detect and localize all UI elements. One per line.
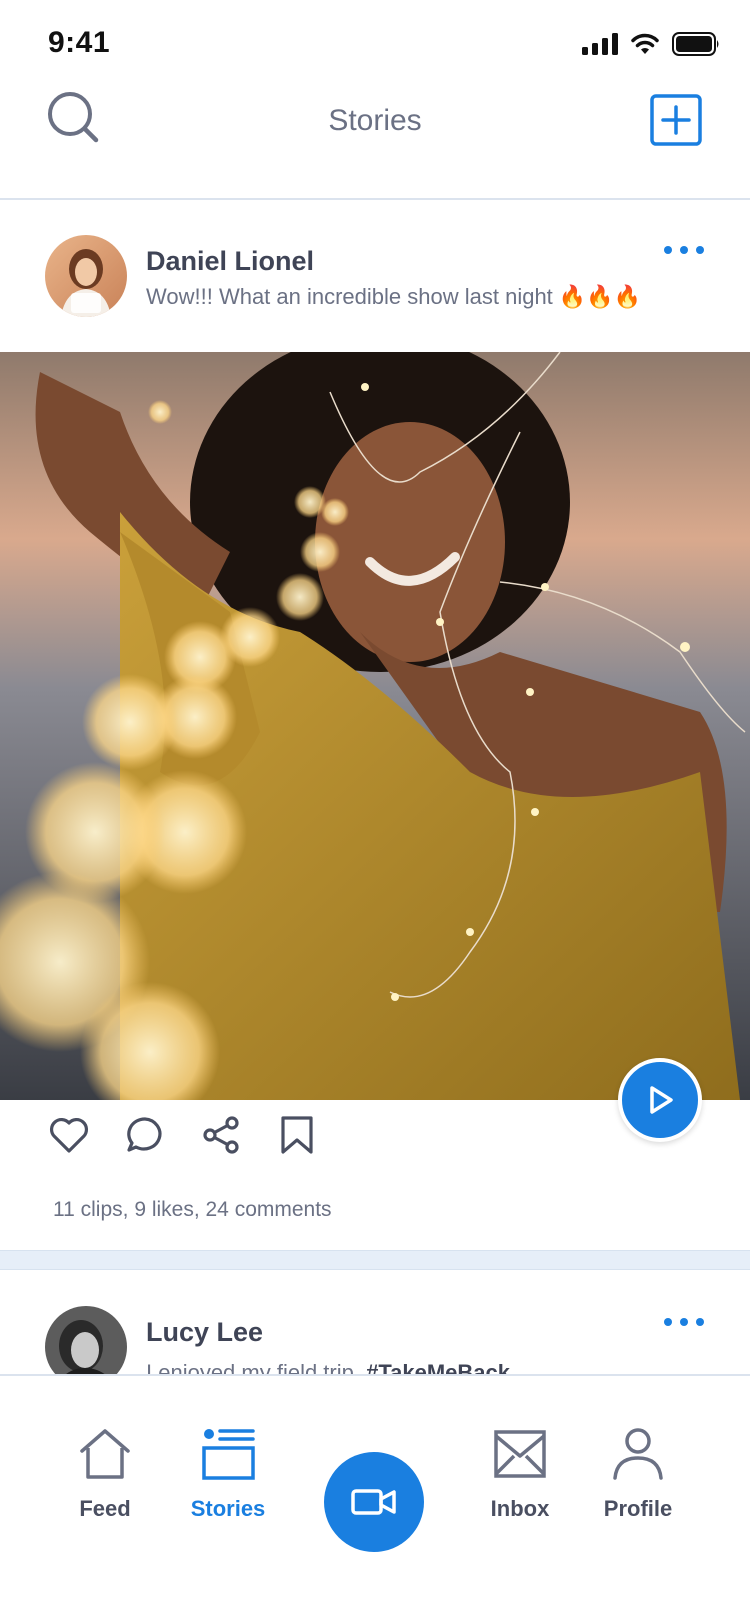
post-header: Lucy Lee I enjoyed my field trip. #TakeM… <box>0 1272 750 1376</box>
like-heart-icon[interactable] <box>48 1114 90 1156</box>
post-header: Daniel Lionel Wow!!! What an incredible … <box>0 200 750 350</box>
record-video-button[interactable] <box>324 1452 424 1552</box>
avatar[interactable] <box>45 235 127 317</box>
signal-icon <box>582 33 618 55</box>
video-camera-icon <box>351 1489 396 1515</box>
story-post: Lucy Lee I enjoyed my field trip. #TakeM… <box>0 1272 750 1376</box>
user-icon <box>613 1428 663 1480</box>
tab-label: Feed <box>79 1496 131 1521</box>
mail-icon <box>494 1430 546 1478</box>
tab-stories[interactable]: Stories <box>168 1376 288 1526</box>
play-button[interactable] <box>618 1058 702 1142</box>
bottom-tab-bar: Feed Stories Inbox Profile <box>0 1374 750 1624</box>
add-story-button[interactable] <box>650 94 702 146</box>
avatar[interactable] <box>45 1306 127 1376</box>
more-dot-icon <box>680 246 688 254</box>
post-author[interactable]: Daniel Lionel <box>146 246 314 277</box>
more-dot-icon <box>696 246 704 254</box>
more-options-button[interactable] <box>664 240 704 260</box>
tab-profile[interactable]: Profile <box>578 1376 698 1526</box>
home-icon <box>80 1429 130 1479</box>
stories-icon <box>202 1429 255 1480</box>
status-time: 9:41 <box>48 26 111 59</box>
comment-icon[interactable] <box>124 1114 166 1156</box>
wifi-icon <box>631 33 659 54</box>
share-icon[interactable] <box>200 1114 242 1156</box>
bookmark-icon[interactable] <box>276 1114 318 1156</box>
story-post: Daniel Lionel Wow!!! What an incredible … <box>0 200 750 1250</box>
status-bar: 9:41 <box>0 0 750 90</box>
post-actions <box>48 1114 318 1156</box>
play-icon <box>650 1086 673 1114</box>
status-icons <box>582 32 720 56</box>
post-author[interactable]: Lucy Lee <box>146 1317 263 1348</box>
post-stats: 11 clips, 9 likes, 24 comments <box>53 1198 332 1221</box>
more-dot-icon <box>664 246 672 254</box>
tab-label: Inbox <box>490 1496 550 1521</box>
more-dot-icon <box>680 1318 688 1326</box>
tab-label: Stories <box>190 1496 266 1521</box>
tab-label: Profile <box>603 1496 673 1521</box>
more-options-button[interactable] <box>664 1312 704 1332</box>
more-dot-icon <box>696 1318 704 1326</box>
more-dot-icon <box>664 1318 672 1326</box>
tab-feed[interactable]: Feed <box>45 1376 165 1526</box>
app-header: Stories <box>0 84 750 200</box>
post-caption: Wow!!! What an incredible show last nigh… <box>146 284 642 309</box>
story-photo[interactable] <box>0 352 750 1100</box>
tab-inbox[interactable]: Inbox <box>460 1376 580 1526</box>
page-title: Stories <box>328 104 422 137</box>
feed-divider <box>0 1250 750 1270</box>
battery-icon <box>672 32 719 56</box>
